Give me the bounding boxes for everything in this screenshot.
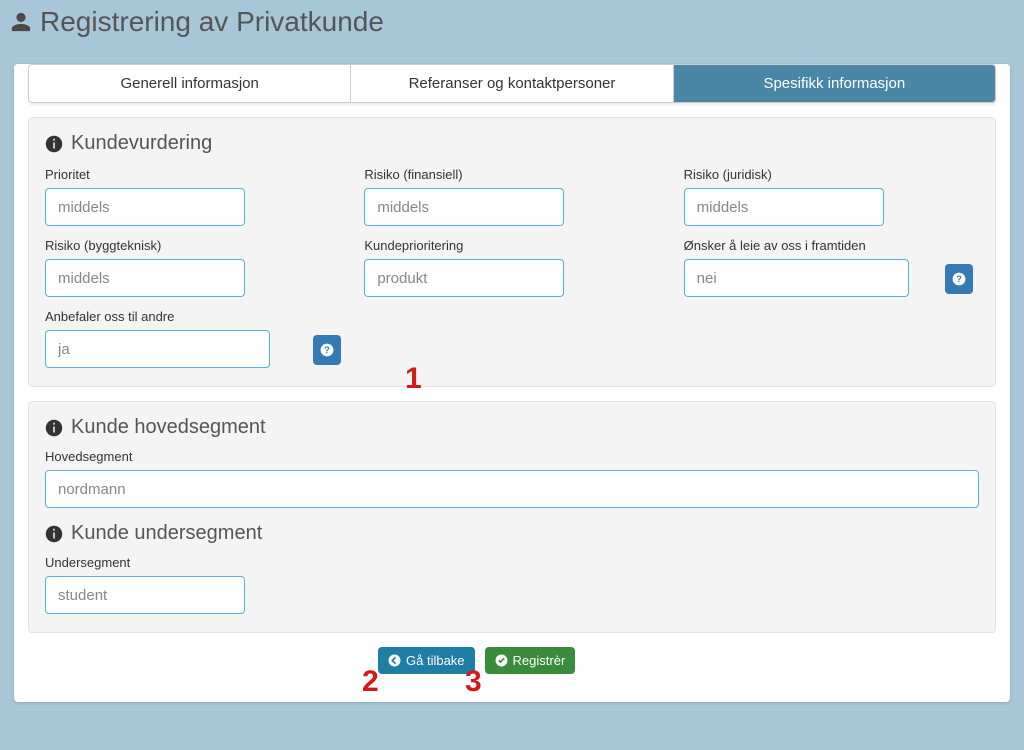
label-main-segment: Hovedsegment [45, 449, 979, 464]
panel-assessment-title-text: Kundevurdering [71, 132, 212, 155]
info-icon [45, 135, 63, 153]
tab-general[interactable]: Generell informasjon [29, 65, 351, 102]
sub-segment-title-text: Kunde undersegment [71, 522, 262, 545]
help-future-rent[interactable]: ? [945, 264, 973, 294]
label-sub-segment: Undersegment [45, 555, 979, 570]
label-risk-financial: Risiko (finansiell) [364, 167, 659, 182]
svg-text:?: ? [956, 274, 962, 284]
input-sub-segment[interactable] [45, 576, 245, 614]
label-recommends: Anbefaler oss til andre [45, 309, 340, 324]
register-button[interactable]: Registrèr [485, 647, 576, 674]
label-future-rent: Ønsker å leie av oss i framtiden [684, 238, 979, 253]
panel-sub-segment-title: Kunde undersegment [45, 522, 979, 545]
input-recommends[interactable] [45, 330, 270, 368]
tab-bar: Generell informasjon Referanser og konta… [28, 64, 996, 103]
back-button-label: Gå tilbake [406, 653, 465, 668]
panel-assessment-title: Kundevurdering [45, 132, 979, 155]
back-button[interactable]: Gå tilbake [378, 647, 475, 674]
question-icon: ? [320, 343, 334, 357]
panel-segments: Kunde hovedsegment Hovedsegment Kunde un… [28, 401, 996, 633]
input-priority[interactable] [45, 188, 245, 226]
tab-specific[interactable]: Spesifikk informasjon [674, 65, 995, 102]
label-customer-priority: Kundeprioritering [364, 238, 659, 253]
register-button-label: Registrèr [513, 653, 566, 668]
page-title: Registrering av Privatkunde [40, 6, 384, 38]
label-risk-legal: Risiko (juridisk) [684, 167, 979, 182]
input-future-rent[interactable] [684, 259, 909, 297]
main-segment-title-text: Kunde hovedsegment [71, 416, 266, 439]
help-recommends[interactable]: ? [313, 335, 341, 365]
question-icon: ? [952, 272, 966, 286]
button-bar: Gå tilbake Registrèr [378, 647, 996, 688]
label-priority: Prioritet [45, 167, 340, 182]
panel-assessment: Kundevurdering Prioritet Risiko (finansi… [28, 117, 996, 387]
user-icon [10, 11, 32, 33]
label-risk-building: Risiko (byggteknisk) [45, 238, 340, 253]
input-risk-financial[interactable] [364, 188, 564, 226]
panel-main-segment-title: Kunde hovedsegment [45, 416, 979, 439]
input-main-segment[interactable] [45, 470, 979, 508]
input-risk-legal[interactable] [684, 188, 884, 226]
info-icon [45, 525, 63, 543]
tab-references[interactable]: Referanser og kontaktpersoner [351, 65, 673, 102]
input-customer-priority[interactable] [364, 259, 564, 297]
svg-text:?: ? [324, 345, 330, 355]
check-circle-icon [495, 654, 508, 667]
input-risk-building[interactable] [45, 259, 245, 297]
info-icon [45, 419, 63, 437]
page-header: Registrering av Privatkunde [0, 0, 1024, 50]
arrow-left-icon [388, 654, 401, 667]
form-card: Generell informasjon Referanser og konta… [14, 64, 1010, 702]
